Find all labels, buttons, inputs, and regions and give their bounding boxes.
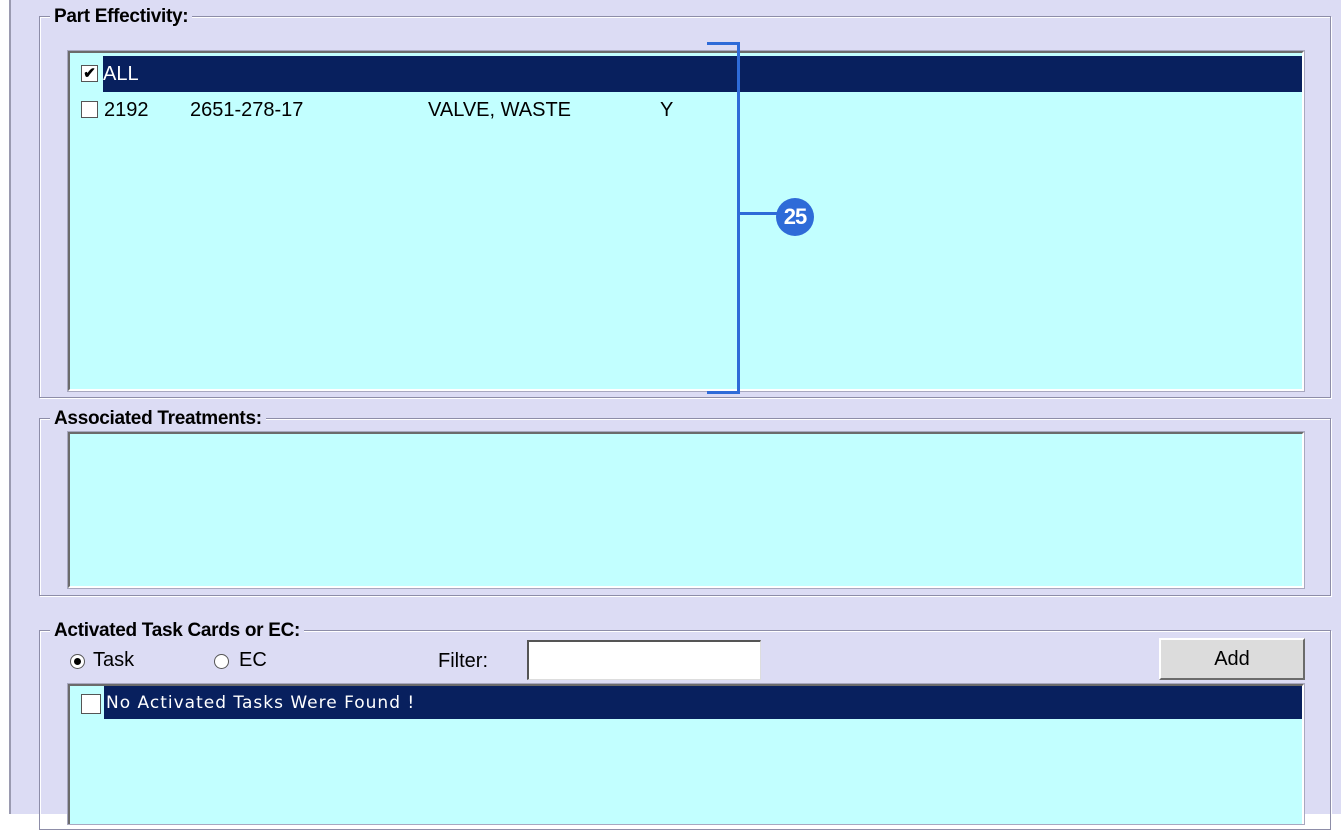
task-radio-label[interactable]: Task	[93, 649, 134, 672]
callout-line	[740, 212, 778, 215]
ec-radio[interactable]	[214, 654, 229, 669]
filter-input[interactable]	[527, 640, 761, 680]
add-button[interactable]: Add	[1159, 638, 1305, 680]
part-flag-cell: Y	[660, 98, 674, 121]
list-item[interactable]: ALL	[103, 56, 1302, 92]
part-all-label: ALL	[103, 62, 139, 85]
callout-badge: 25	[776, 198, 814, 236]
associated-treatments-title: Associated Treatments:	[50, 408, 266, 430]
part-effectivity-title: Part Effectivity:	[50, 6, 193, 28]
checkbox-part-row[interactable]	[81, 101, 98, 118]
no-tasks-message: No Activated Tasks Were Found !	[106, 692, 416, 713]
checkbox-all[interactable]: ✔	[81, 65, 98, 82]
part-description-cell: VALVE, WASTE	[428, 98, 571, 121]
checkbox-task-row[interactable]	[81, 694, 101, 714]
part-number-cell: 2192	[104, 98, 149, 121]
form-panel: Part Effectivity: ALL ✔ 2192 2651-278-17…	[9, 0, 1341, 830]
associated-treatments-list[interactable]	[67, 431, 1305, 589]
callout-bracket	[707, 42, 740, 394]
activated-tasks-title: Activated Task Cards or EC:	[50, 620, 305, 642]
list-item[interactable]: 2192 2651-278-17 VALVE, WASTE Y	[70, 92, 1302, 128]
ec-radio-label[interactable]: EC	[239, 649, 267, 672]
list-item[interactable]: No Activated Tasks Were Found !	[104, 686, 1302, 719]
task-radio[interactable]	[70, 654, 85, 669]
activated-tasks-list[interactable]: No Activated Tasks Were Found !	[67, 683, 1305, 825]
part-pn-cell: 2651-278-17	[190, 98, 304, 121]
part-effectivity-list[interactable]: ALL ✔ 2192 2651-278-17 VALVE, WASTE Y	[67, 50, 1305, 392]
filter-label: Filter:	[438, 650, 488, 672]
